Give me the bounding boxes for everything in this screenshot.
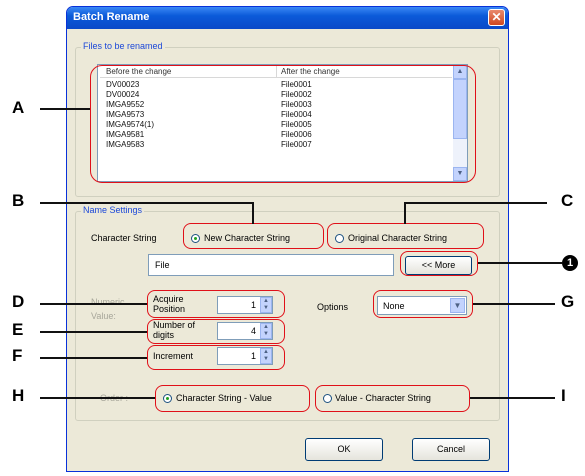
callout-line-e bbox=[40, 331, 147, 333]
files-group-label: Files to be renamed bbox=[81, 41, 165, 51]
callout-line-h bbox=[40, 397, 155, 399]
callout-1: 1 bbox=[562, 255, 578, 271]
highlight-original-string bbox=[327, 223, 484, 249]
highlight-more-button bbox=[400, 251, 478, 276]
highlight-options bbox=[373, 290, 473, 318]
highlight-file-list bbox=[90, 65, 476, 183]
name-settings-label: Name Settings bbox=[81, 205, 145, 215]
highlight-order-2 bbox=[315, 385, 470, 412]
character-string-input[interactable]: File bbox=[148, 254, 394, 276]
numeric-value-label: Numeric Value: bbox=[91, 297, 125, 321]
title-bar[interactable]: Batch Rename ✕ bbox=[67, 7, 508, 29]
callout-line-c-vert bbox=[404, 202, 406, 224]
close-icon[interactable]: ✕ bbox=[488, 9, 505, 26]
callout-line-1 bbox=[478, 262, 562, 264]
callout-line-c bbox=[404, 202, 547, 204]
callout-line-g bbox=[473, 303, 555, 305]
callout-line-a bbox=[40, 108, 90, 110]
callout-line-b-vert bbox=[252, 202, 254, 224]
callout-e: E bbox=[12, 320, 24, 339]
highlight-increment bbox=[147, 345, 285, 370]
callout-line-d bbox=[40, 303, 147, 305]
callout-line-b bbox=[40, 202, 253, 204]
dialog-title: Batch Rename bbox=[73, 11, 150, 23]
cancel-button[interactable]: Cancel bbox=[412, 438, 490, 461]
callout-a: A bbox=[12, 98, 25, 117]
ok-button-label: OK bbox=[337, 444, 351, 454]
callout-d: D bbox=[12, 292, 25, 311]
callout-f: F bbox=[12, 346, 23, 365]
callout-h: H bbox=[12, 386, 25, 405]
highlight-new-string bbox=[183, 223, 324, 249]
character-string-label: Character String bbox=[91, 233, 157, 243]
ok-button[interactable]: OK bbox=[305, 438, 383, 461]
callout-g: G bbox=[561, 292, 575, 311]
highlight-order-1 bbox=[155, 385, 310, 412]
character-string-value: File bbox=[155, 260, 170, 270]
callout-i: I bbox=[561, 386, 566, 405]
options-label: Options bbox=[317, 302, 349, 312]
callout-line-i bbox=[470, 397, 555, 399]
highlight-acquire-position bbox=[147, 290, 285, 318]
callout-c: C bbox=[561, 191, 574, 210]
highlight-digits bbox=[147, 319, 285, 344]
callout-b: B bbox=[12, 191, 25, 210]
callout-line-f bbox=[40, 357, 147, 359]
cancel-button-label: Cancel bbox=[436, 444, 465, 454]
